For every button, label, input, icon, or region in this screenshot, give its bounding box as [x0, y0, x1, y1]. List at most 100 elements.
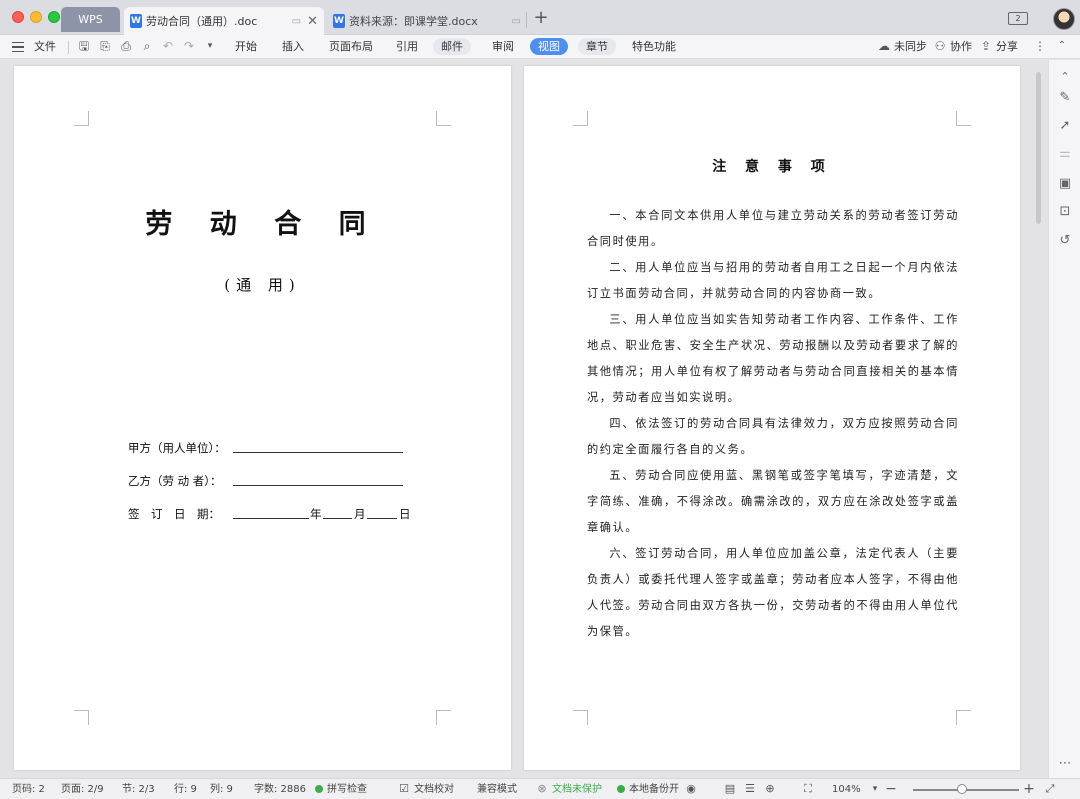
sync-status[interactable]: 未同步 [894, 35, 927, 59]
tab-references[interactable]: 引用 [396, 35, 418, 59]
tab-title: 劳动合同（通用）.doc [146, 15, 258, 28]
page-count[interactable]: 页面: 2/9 [61, 779, 104, 799]
avatar[interactable] [1053, 8, 1075, 30]
notes-paragraph: 五、劳动合同应使用蓝、黑钢笔或签字笔填写，字迹清楚，文字简练、准确，不得涂改。确… [587, 469, 959, 534]
collaborate-button[interactable]: 协作 [950, 35, 972, 59]
tab-review[interactable]: 审阅 [492, 35, 514, 59]
page-number[interactable]: 页码: 2 [12, 779, 45, 799]
chevron-up-icon[interactable]: ⌃ [1057, 69, 1073, 85]
notes-paragraph: 一、本合同文本供用人单位与建立劳动关系的劳动者签订劳动合同时使用。 [587, 209, 959, 248]
share-icon[interactable]: ⇪ [979, 39, 993, 53]
tab-special-features[interactable]: 特色功能 [632, 35, 676, 59]
more-options-icon[interactable]: ⋮ [1033, 39, 1047, 53]
tab-preview-icon[interactable]: ▭ [292, 16, 301, 27]
edit-pen-icon[interactable]: ✎ [1057, 90, 1073, 106]
page-notes[interactable]: 注 意 事 项 一、本合同文本供用人单位与建立劳动关系的劳动者签订劳动合同时使用… [524, 66, 1020, 770]
crop-mark [956, 710, 971, 725]
redo-icon[interactable]: ↷ [182, 39, 196, 53]
tab-insert[interactable]: 插入 [282, 35, 304, 59]
tab-start[interactable]: 开始 [235, 35, 257, 59]
tab-mailings[interactable]: 邮件 [433, 38, 471, 55]
word-doc-icon: W [333, 14, 345, 28]
notes-paragraph: 四、依法签订的劳动合同具有法律效力，双方应按照劳动合同的约定全面履行各自的义务。 [587, 417, 959, 456]
local-backup-toggle[interactable]: 本地备份开 [617, 779, 679, 799]
month-blank[interactable] [323, 507, 352, 519]
zoom-window-button[interactable] [48, 11, 60, 23]
word-count[interactable]: 字数: 2886 [254, 779, 306, 799]
party-b-blank[interactable] [233, 474, 403, 486]
chevron-down-icon[interactable]: ▾ [203, 39, 217, 53]
close-tab-icon[interactable]: ✕ [307, 14, 318, 29]
party-a-blank[interactable] [233, 441, 403, 453]
year-blank[interactable] [233, 507, 309, 519]
crop-mark [573, 111, 588, 126]
adjust-icon[interactable]: ⚌ [1057, 146, 1073, 162]
window-count-badge[interactable]: 2 [1008, 12, 1028, 25]
scrollbar-thumb[interactable] [1036, 72, 1041, 224]
year-label: 年 [310, 507, 322, 521]
notes-paragraph: 六、签订劳动合同，用人单位应加盖公章，法定代表人（主要负责人）或委托代理人签字或… [587, 547, 959, 638]
proofread-icon: ☑ [399, 782, 409, 795]
month-label: 月 [354, 507, 366, 521]
more-icon[interactable]: ⋯ [1057, 756, 1073, 772]
collapse-ribbon-icon[interactable]: ⌃ [1055, 39, 1069, 53]
fullscreen-icon[interactable]: ⤢ [1043, 782, 1057, 796]
tab-wps-home[interactable]: WPS [61, 7, 120, 32]
page-view-icon[interactable]: ▤ [723, 782, 737, 796]
portrait-icon[interactable]: ▣ [1057, 176, 1073, 192]
file-menu[interactable]: 文件 [34, 35, 56, 59]
column-indicator: 列: 9 [210, 784, 233, 795]
print-icon[interactable]: ⎙ [119, 39, 133, 53]
tab-view[interactable]: 视图 [530, 38, 568, 55]
export-pdf-icon[interactable]: ⎘ [98, 39, 112, 53]
history-icon[interactable]: ↺ [1057, 233, 1073, 249]
outline-view-icon[interactable]: ☰ [743, 782, 757, 796]
party-a-label: 甲方（用人单位）： [128, 441, 226, 455]
undo-icon[interactable]: ↶ [161, 39, 175, 53]
tab-chapter[interactable]: 章节 [578, 38, 616, 55]
shield-icon: ⊗ [537, 782, 547, 795]
collaborate-icon[interactable]: ⚇ [933, 39, 947, 53]
zoom-slider-handle[interactable] [957, 784, 967, 794]
page-cover[interactable]: 劳 动 合 同 (通 用) 甲方（用人单位）： 乙方（劳 动 者）： 签 订 日… [14, 66, 511, 770]
zoom-level[interactable]: 104% [832, 779, 861, 799]
save-icon[interactable]: 🖫 [77, 39, 91, 53]
page-subtitle: (通 用) [224, 276, 301, 294]
web-view-icon[interactable]: ⊕ [763, 782, 777, 796]
share-button[interactable]: 分享 [996, 35, 1018, 59]
ribbon-divider [68, 41, 69, 54]
crop-mark [956, 111, 971, 126]
spell-check-toggle[interactable]: 拼写检查 [315, 779, 367, 799]
image-tool-icon[interactable]: ⊡ [1057, 204, 1073, 220]
row-indicator: 行: 9 [174, 784, 197, 795]
tab-page-layout[interactable]: 页面布局 [329, 35, 373, 59]
cloud-sync-icon[interactable]: ☁ [877, 39, 891, 53]
new-tab-button[interactable]: + [533, 8, 549, 28]
print-preview-icon[interactable]: ⌕ [140, 39, 154, 53]
zoom-in-icon[interactable]: + [1022, 782, 1036, 796]
right-toolbar: ⌃ ✎ ➚ ⚌ ▣ ⊡ ↺ ⋯ [1048, 60, 1080, 778]
document-workspace[interactable]: 劳 动 合 同 (通 用) 甲方（用人单位）： 乙方（劳 动 者）： 签 订 日… [0, 60, 1048, 778]
close-window-button[interactable] [12, 11, 24, 23]
day-blank[interactable] [367, 507, 397, 519]
notes-body[interactable]: 一、本合同文本供用人单位与建立劳动关系的劳动者签订劳动合同时使用。 二、用人单位… [587, 203, 959, 645]
select-cursor-icon[interactable]: ➚ [1057, 118, 1073, 134]
tab-active-document[interactable]: W 劳动合同（通用）.doc ▭ ✕ [124, 7, 324, 35]
tab-preview-icon[interactable]: ▭ [512, 16, 521, 27]
protection-status[interactable]: 文档未保护 [552, 779, 602, 799]
crop-mark [74, 111, 89, 126]
crop-mark [74, 710, 89, 725]
minimize-window-button[interactable] [30, 11, 42, 23]
vertical-scrollbar[interactable] [1032, 66, 1046, 774]
tab-inactive-document[interactable]: W 资料来源：即课学堂.docx ▭ [327, 7, 527, 35]
ribbon-toolbar: 文件 🖫 ⎘ ⎙ ⌕ ↶ ↷ ▾ 开始 插入 页面布局 引用 邮件 审阅 视图 … [0, 35, 1080, 59]
compat-mode[interactable]: 兼容模式 [477, 779, 517, 799]
eye-protection-icon[interactable]: ◉ [684, 782, 698, 796]
menu-icon[interactable] [12, 42, 24, 52]
fit-page-icon[interactable]: ⛶ [801, 782, 815, 796]
section-count[interactable]: 节: 2/3 [122, 779, 155, 799]
zoom-dropdown-icon[interactable]: ▾ [868, 782, 882, 796]
doc-proofread[interactable]: 文档校对 [414, 779, 454, 799]
zoom-out-icon[interactable]: − [884, 782, 898, 796]
notes-title: 注 意 事 项 [712, 159, 832, 175]
